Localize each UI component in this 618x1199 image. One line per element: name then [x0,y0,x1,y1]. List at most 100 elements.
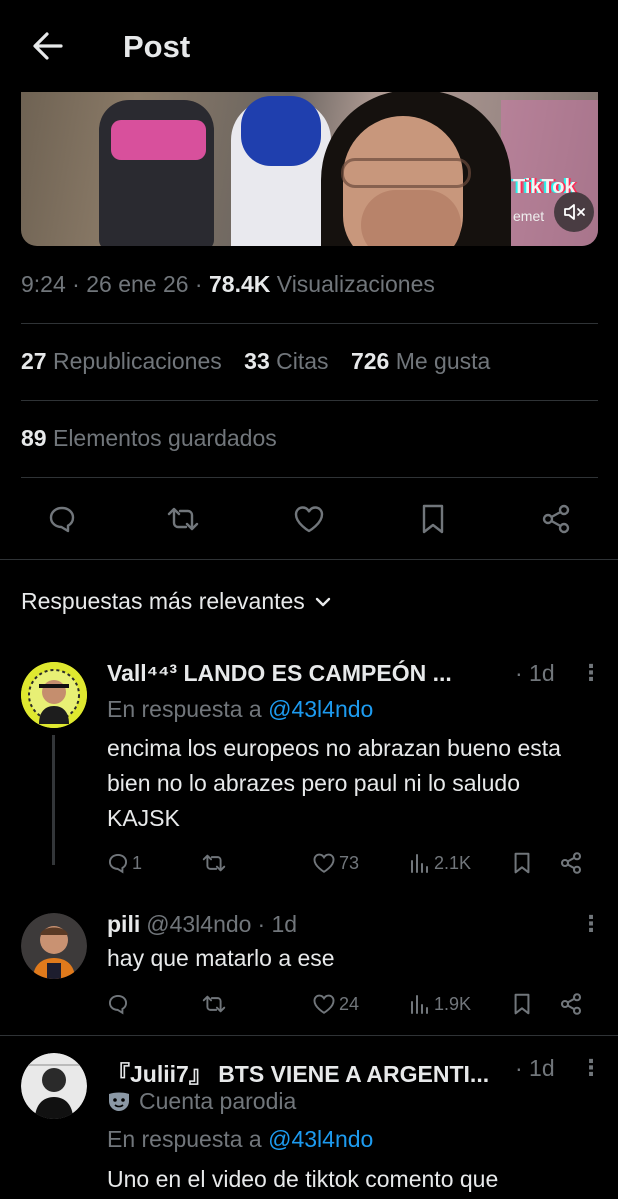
like-icon [313,853,335,873]
reply-context: En respuesta a @43l4ndo [107,696,373,723]
post-meta: 9:24 · 26 ene 26 · 78.4K Visualizaciones [21,271,435,298]
reply-author-name[interactable]: 『Julii7』 BTS VIENE A ARGENTI... [107,1055,489,1089]
repost-button[interactable] [202,989,229,1019]
sort-label: Respuestas más relevantes [21,588,305,614]
post-stats: 27 Republicaciones 33 Citas 726 Me gusta [21,348,506,375]
post-time[interactable]: 9:24 [21,271,66,297]
views-button[interactable]: 2.1K [409,848,471,878]
reply-icon [108,994,128,1015]
reply-action-bar: 24 1.9K [107,989,587,1019]
quotes-stat[interactable]: 33 Citas [244,348,328,374]
reply-button[interactable] [107,989,132,1019]
reply-to-mention[interactable]: @43l4ndo [268,1126,373,1152]
bookmarks-label: Elementos guardados [52,425,277,451]
likes-label: Me gusta [395,348,491,374]
tiktok-watermark-user: emet [513,208,545,224]
reply-button[interactable]: 1 [107,848,142,878]
video-person-glasses [341,158,471,188]
arrow-left-icon[interactable] [30,28,66,64]
share-icon [560,993,582,1015]
reply-icon [108,853,128,874]
reply-icon[interactable] [42,497,82,541]
post-date[interactable]: 26 ene 26 [86,271,188,297]
reply-action-bar: 1 73 2.1K [107,848,587,878]
quotes-count: 33 [244,348,270,374]
divider [0,559,618,560]
parody-label: Cuenta parodia [139,1088,297,1114]
views-icon [411,995,428,1014]
reply-count: 1 [132,852,143,873]
like-count: 24 [339,993,360,1014]
share-icon[interactable] [536,497,576,541]
top-bar: Post [0,0,618,92]
reply-time[interactable]: · 1d [515,660,555,687]
bookmark-icon [514,852,530,874]
views-count: 2.1K [434,852,472,873]
like-count: 73 [339,852,360,873]
video-figure-head [241,96,321,166]
reply-header: pili @43l4ndo · 1d [107,911,297,938]
share-button[interactable] [559,848,583,878]
replies-sort-dropdown[interactable]: Respuestas más relevantes [21,588,331,615]
divider [21,477,598,478]
reply-author-name[interactable]: Vall⁴⁴³ LANDO ES CAMPEÓN ... [107,660,452,687]
likes-count: 726 [350,348,390,374]
divider [21,400,598,401]
reposts-label: Republicaciones [52,348,222,374]
repost-icon[interactable] [163,497,203,541]
views-button[interactable]: 1.9K [409,989,471,1019]
like-button[interactable]: 24 [312,989,359,1019]
bookmarks-stat[interactable]: 89 Elementos guardados [21,425,277,452]
like-icon [313,994,335,1014]
avatar[interactable] [21,1053,87,1119]
like-icon[interactable] [289,497,329,541]
more-options-icon[interactable]: ⋮ [580,1055,603,1081]
avatar[interactable] [21,913,87,979]
bookmarks-count: 89 [21,425,47,451]
thread-line [52,735,55,865]
repost-button[interactable] [202,848,229,878]
reply-to-label: En respuesta a [107,1126,262,1152]
views-count: 1.9K [434,993,472,1014]
reply-time[interactable]: · 1d [257,911,297,938]
reply-text: encima los europeos no abrazan bueno est… [107,735,561,831]
avatar[interactable] [21,662,87,728]
page-title: Post [123,29,191,64]
reply-text: Uno en el video de tiktok comento que [107,1166,499,1192]
reposts-count: 27 [21,348,47,374]
reply-author-name[interactable]: pili [107,911,140,938]
theater-mask-icon [109,1092,129,1111]
repost-icon [202,854,226,872]
share-button[interactable] [559,989,583,1019]
reply-time[interactable]: · 1d [515,1055,555,1082]
reply-text: hay que matarlo a ese [107,945,335,971]
divider [21,323,598,324]
bookmark-button[interactable] [512,989,532,1019]
views-label: Visualizaciones [276,271,435,297]
divider [0,1035,618,1036]
reply-time-wrap: · 1d [515,1055,555,1082]
reply-to-label: En respuesta a [107,696,262,722]
like-button[interactable]: 73 [312,848,359,878]
reply-header: Vall⁴⁴³ LANDO ES CAMPEÓN ... [107,660,452,687]
parody-badge: Cuenta parodia [107,1088,296,1115]
repost-icon [202,995,226,1013]
reposts-stat[interactable]: 27 Republicaciones [21,348,222,374]
speaker-muted-icon[interactable] [554,192,594,232]
reply-to-mention[interactable]: @43l4ndo [268,696,373,722]
more-options-icon[interactable]: ⋮ [580,660,603,686]
separator: · [188,271,209,297]
video-person-hand [361,190,461,246]
bookmark-button[interactable] [512,848,532,878]
chevron-down-icon [315,597,331,606]
bookmark-icon [514,993,530,1015]
bookmark-icon[interactable] [413,497,453,541]
post-action-bar [0,497,618,541]
more-options-icon[interactable]: ⋮ [580,911,603,937]
views-icon [411,854,428,873]
likes-stat[interactable]: 726 Me gusta [351,348,490,374]
separator: · [65,271,87,297]
share-icon [560,852,582,874]
reply-context: En respuesta a @43l4ndo [107,1126,373,1153]
reply-author-handle[interactable]: @43l4ndo [146,911,251,938]
